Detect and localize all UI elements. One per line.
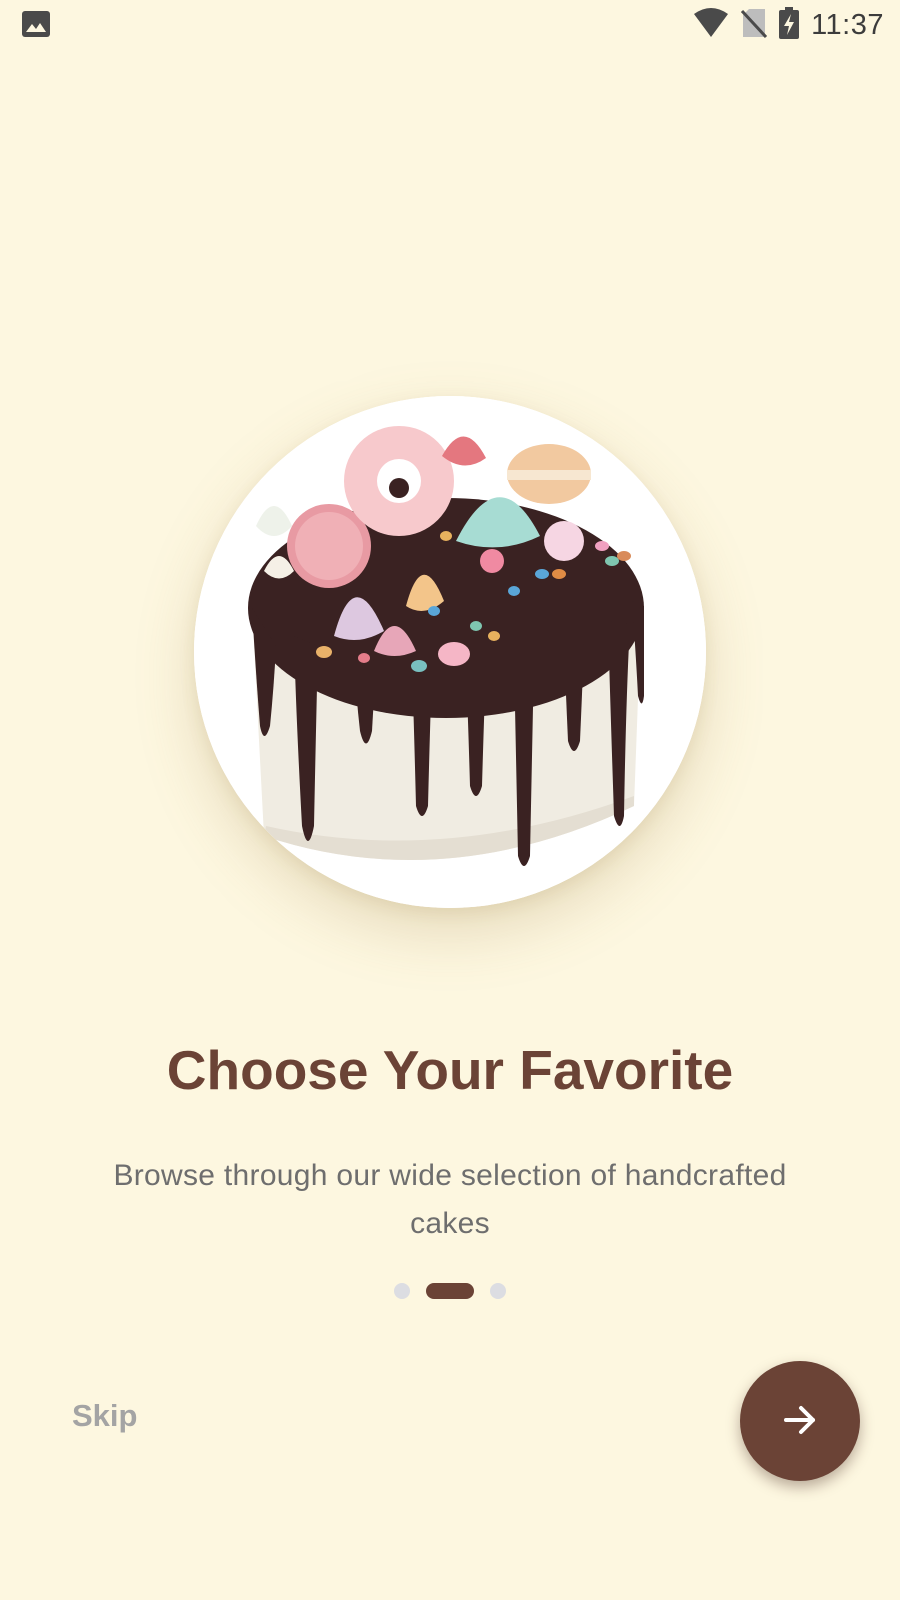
page-dot-3[interactable] (490, 1283, 506, 1299)
status-bar: 11:37 (0, 0, 900, 50)
hero-image-circle (194, 396, 706, 908)
next-button[interactable] (740, 1361, 860, 1481)
onboarding-description: Browse through our wide selection of han… (113, 1159, 787, 1240)
skip-button[interactable]: Skip (72, 1398, 137, 1434)
onboarding-title: Choose Your Favorite (166, 1039, 734, 1101)
arrow-right-icon (780, 1400, 820, 1443)
page-dot-2-active[interactable] (426, 1283, 474, 1299)
no-sim-icon (740, 8, 768, 43)
battery-charging-icon (779, 6, 800, 44)
status-icons: 11:37 (693, 6, 884, 44)
status-time: 11:37 (811, 8, 884, 41)
onboarding-screen: 11:37 Choose Your Favorite Browse throug… (0, 0, 900, 1600)
wifi-icon (693, 7, 729, 43)
gallery-icon (22, 11, 50, 37)
cake-illustration (194, 396, 706, 908)
page-dot-1[interactable] (394, 1283, 410, 1299)
page-indicator (0, 1283, 900, 1299)
